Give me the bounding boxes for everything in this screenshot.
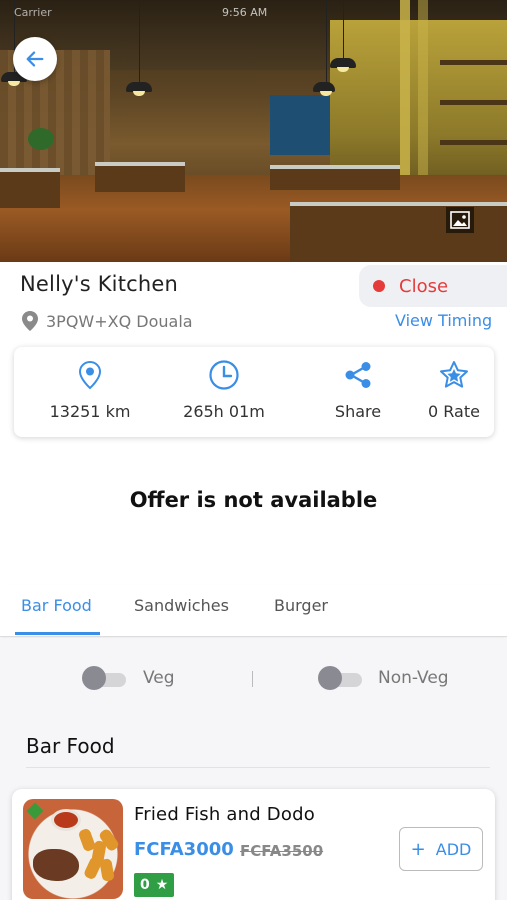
add-label: ADD — [435, 839, 472, 859]
image-icon — [450, 211, 470, 229]
star-icon — [440, 361, 468, 388]
location-icon — [78, 360, 102, 390]
rate-label: 0 Rate — [428, 402, 480, 421]
filter-divider — [252, 671, 253, 687]
share-action[interactable]: Share — [320, 347, 396, 437]
restaurant-info-card: 13251 km 265h 01m Share 0 Rate — [14, 347, 494, 437]
tab-burger[interactable]: Burger — [274, 596, 328, 615]
distance-label: 13251 km — [49, 402, 131, 421]
view-timing-link[interactable]: View Timing — [395, 311, 492, 330]
diet-filter-row: Veg Non-Veg — [0, 663, 507, 693]
add-to-cart-button[interactable]: + ADD — [399, 827, 483, 871]
non-veg-toggle[interactable] — [318, 666, 362, 690]
active-tab-indicator — [15, 632, 100, 635]
non-veg-label: Non-Veg — [378, 668, 449, 688]
plus-icon: + — [410, 838, 426, 860]
section-title: Bar Food — [26, 734, 115, 758]
star-icon: ★ — [155, 877, 169, 893]
restaurant-name: Nelly's Kitchen — [20, 272, 179, 296]
status-dot — [373, 280, 385, 292]
menu-item-original-price: FCFA3500 — [240, 842, 324, 860]
tab-bar-food[interactable]: Bar Food — [21, 596, 92, 615]
distance-info[interactable]: 13251 km — [42, 347, 138, 437]
address-text: 3PQW+XQ Douala — [46, 311, 193, 331]
restaurant-detail-screen: Carrier 9:56 AM Nelly's Kitchen Close 3P… — [0, 0, 507, 900]
clock-time: 9:56 AM — [222, 6, 268, 19]
share-label: Share — [334, 402, 382, 421]
back-button[interactable] — [13, 37, 57, 81]
menu-category-tabs: Bar Food Sandwiches Burger — [0, 585, 507, 637]
carrier-text: Carrier — [14, 6, 52, 19]
menu-item-image — [23, 799, 123, 899]
share-icon — [345, 362, 371, 388]
menu-item-card[interactable]: Fried Fish and Dodo FCFA3000 FCFA3500 0 … — [12, 789, 495, 900]
section-divider — [26, 767, 490, 768]
rating-value: 0 — [140, 877, 150, 893]
menu-item-rating-badge: 0 ★ — [134, 873, 175, 897]
menu-item-name: Fried Fish and Dodo — [134, 804, 315, 825]
duration-info[interactable]: 265h 01m — [174, 347, 274, 437]
veg-label: Veg — [143, 668, 175, 688]
arrow-left-icon — [26, 51, 44, 67]
menu-list: Veg Non-Veg Bar Food Fried Fish and Dodo… — [0, 638, 507, 900]
gallery-button[interactable] — [446, 207, 474, 233]
status-label: Close — [399, 275, 449, 297]
veg-toggle[interactable] — [82, 666, 126, 690]
restaurant-cover-image: Carrier 9:56 AM — [0, 0, 507, 262]
menu-item-price: FCFA3000 — [134, 839, 234, 860]
map-pin-icon — [22, 311, 38, 331]
offer-message: Offer is not available — [129, 488, 378, 512]
tab-sandwiches[interactable]: Sandwiches — [134, 596, 229, 615]
rate-action[interactable]: 0 Rate — [414, 347, 494, 437]
open-status-badge: Close — [359, 265, 507, 307]
clock-icon — [209, 360, 239, 390]
duration-label: 265h 01m — [183, 402, 265, 421]
restaurant-address: 3PQW+XQ Douala — [22, 311, 193, 331]
status-bar: Carrier 9:56 AM — [0, 0, 507, 26]
